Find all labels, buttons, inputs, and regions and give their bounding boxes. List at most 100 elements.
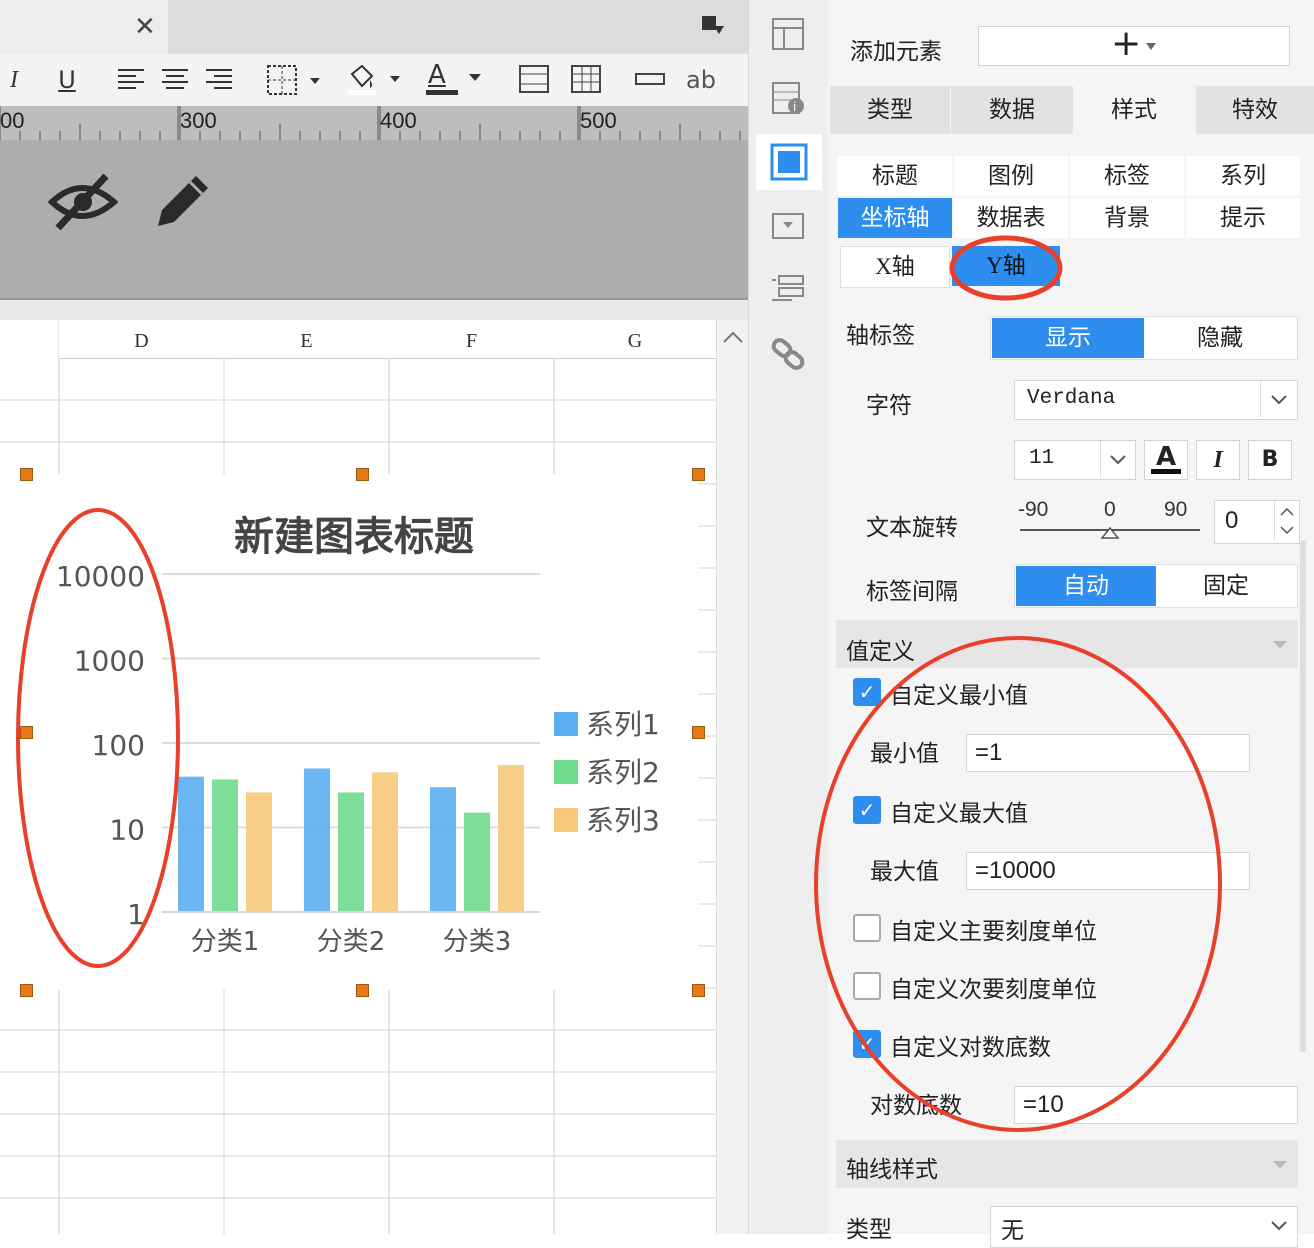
tab-effects[interactable]: 特效: [1196, 86, 1314, 134]
axis-label-show-button[interactable]: 显示: [992, 318, 1144, 358]
italic-button[interactable]: I: [4, 60, 24, 100]
bar[interactable]: [430, 787, 456, 912]
custom-log-base-checkbox[interactable]: ✓: [853, 1030, 881, 1058]
rotation-min-label: -90: [1018, 498, 1049, 521]
chart-object[interactable]: 10000 1000 100 10 1 分类1 分类2 分类3 系列1 系列2 系列3 新建图表…: [0, 474, 698, 990]
resize-handle[interactable]: [692, 468, 705, 481]
underline-button[interactable]: U: [54, 60, 80, 100]
merge-cells-icon[interactable]: [518, 64, 550, 98]
bar[interactable]: [464, 812, 490, 912]
font-color-icon[interactable]: A: [424, 60, 488, 98]
bar[interactable]: [498, 764, 524, 912]
axis-label-hide-button[interactable]: 隐藏: [1144, 318, 1296, 358]
bar[interactable]: [212, 779, 238, 912]
rotation-slider[interactable]: [1020, 524, 1200, 540]
ruler-mark: 400: [380, 108, 417, 133]
font-family-select[interactable]: Verdana: [1014, 380, 1298, 420]
bar[interactable]: [178, 776, 204, 912]
list-icon[interactable]: [770, 272, 806, 312]
add-element-label: 添加元素: [850, 39, 942, 65]
resize-handle[interactable]: [356, 468, 369, 481]
italic-toggle[interactable]: I: [1196, 440, 1240, 480]
close-tab-icon[interactable]: ✕: [134, 12, 156, 42]
subtab-label[interactable]: 标签: [1070, 156, 1184, 196]
font-size-select[interactable]: 11: [1014, 440, 1136, 480]
y-tick-label: 10000: [56, 560, 145, 593]
ruler: [0, 106, 748, 140]
subtab-background[interactable]: 背景: [1070, 198, 1184, 238]
subtab-tooltip[interactable]: 提示: [1186, 198, 1300, 238]
subtab-datatable[interactable]: 数据表: [954, 198, 1068, 238]
bar[interactable]: [246, 792, 272, 912]
line-type-value: 无: [1001, 1218, 1024, 1244]
font-color-button[interactable]: A: [1144, 440, 1188, 480]
stepper-icon[interactable]: [1274, 501, 1299, 541]
vertical-scrollbar[interactable]: [716, 320, 749, 1234]
column-header-d[interactable]: D: [59, 320, 224, 359]
axis-label-label: 轴标签: [846, 323, 915, 349]
bar[interactable]: [304, 768, 330, 912]
data-info-icon[interactable]: i: [770, 80, 806, 120]
chart-title[interactable]: 新建图表标题: [234, 504, 474, 562]
subtab-series[interactable]: 系列: [1186, 156, 1300, 196]
custom-minor-unit-checkbox[interactable]: [853, 972, 881, 1000]
link-icon[interactable]: [770, 336, 806, 376]
custom-max-checkbox[interactable]: ✓: [853, 796, 881, 824]
custom-log-base-label: 自定义对数底数: [890, 1035, 1051, 1061]
eye-off-icon[interactable]: [47, 172, 119, 236]
subtab-axis[interactable]: 坐标轴: [838, 198, 952, 238]
font-label: 字符: [866, 393, 912, 419]
align-left-icon[interactable]: [116, 66, 146, 98]
resize-handle[interactable]: [20, 468, 33, 481]
rotation-label: 文本旋转: [866, 515, 958, 541]
chart-style-icon[interactable]: [756, 134, 822, 190]
resize-handle[interactable]: [20, 726, 33, 739]
y-axis-tab[interactable]: Y轴: [952, 246, 1060, 286]
column-header-f[interactable]: F: [389, 320, 554, 359]
border-icon[interactable]: [266, 64, 326, 100]
resize-handle[interactable]: [692, 984, 705, 997]
frame-icon[interactable]: [770, 208, 806, 248]
resize-handle[interactable]: [692, 726, 705, 739]
tab-style[interactable]: 样式: [1074, 86, 1194, 134]
column-header-e[interactable]: E: [224, 320, 389, 359]
table-grid-icon[interactable]: [570, 64, 602, 98]
interval-fixed-button[interactable]: 固定: [1156, 566, 1296, 606]
legend-swatch: [554, 712, 578, 736]
min-value-input[interactable]: =1: [966, 734, 1250, 772]
tab-type[interactable]: 类型: [830, 86, 950, 134]
subtab-title[interactable]: 标题: [838, 156, 952, 196]
align-right-icon[interactable]: [204, 66, 234, 98]
x-axis-tab[interactable]: X轴: [840, 246, 950, 288]
x-category-label: 分类3: [443, 927, 512, 957]
bar[interactable]: [338, 792, 364, 912]
max-value-input[interactable]: =10000: [966, 852, 1250, 890]
line-type-label: 类型: [846, 1217, 892, 1243]
resize-handle[interactable]: [20, 984, 33, 997]
add-element-button[interactable]: +: [978, 23, 1290, 66]
resize-handle[interactable]: [356, 984, 369, 997]
column-header-g[interactable]: G: [554, 320, 716, 359]
splitter: [0, 300, 748, 320]
layout-icon[interactable]: [770, 16, 806, 56]
bar[interactable]: [372, 772, 398, 912]
y-tick-label: 100: [92, 729, 145, 762]
custom-min-checkbox[interactable]: ✓: [853, 678, 881, 706]
log-base-input[interactable]: =10: [1014, 1086, 1298, 1124]
align-center-icon[interactable]: [160, 66, 190, 98]
custom-major-unit-checkbox[interactable]: [853, 914, 881, 942]
tab-data[interactable]: 数据: [951, 86, 1073, 134]
subtab-legend[interactable]: 图例: [954, 156, 1068, 196]
interval-auto-button[interactable]: 自动: [1016, 566, 1156, 606]
text-abbr-button[interactable]: ab: [684, 60, 718, 100]
scrollbar-thumb[interactable]: [1300, 540, 1306, 1052]
bold-toggle[interactable]: B: [1248, 440, 1292, 480]
line-type-select[interactable]: 无: [990, 1206, 1298, 1248]
ruler-mark: 300: [180, 108, 217, 133]
tab-menu-icon[interactable]: [700, 14, 726, 36]
fill-color-icon[interactable]: [346, 62, 406, 100]
legend-swatch: [554, 760, 578, 784]
pencil-icon[interactable]: [150, 168, 216, 238]
text-field-icon[interactable]: [634, 70, 666, 94]
rotation-input[interactable]: 0: [1214, 500, 1300, 544]
